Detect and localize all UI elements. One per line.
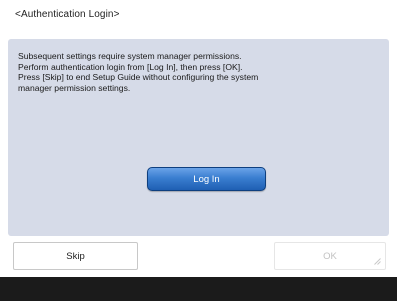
message-line: Press [Skip] to end Setup Guide without … — [18, 72, 259, 83]
message-text: Subsequent settings require system manag… — [18, 51, 358, 93]
message-panel: Subsequent settings require system manag… — [8, 39, 389, 236]
skip-button[interactable]: Skip — [13, 242, 138, 270]
message-line: manager permission settings. — [18, 82, 131, 93]
bottom-status-band — [0, 277, 397, 301]
footer-bar: Skip OK — [8, 242, 389, 270]
screen-title: <Authentication Login> — [15, 9, 120, 20]
message-line: Subsequent settings require system manag… — [18, 51, 242, 61]
message-line: Perform authentication login from [Log I… — [18, 61, 243, 72]
login-button[interactable]: Log In — [147, 167, 266, 191]
corner-triangle-icon — [374, 258, 381, 265]
ok-button-label: OK — [323, 250, 337, 262]
ok-button[interactable]: OK — [274, 242, 386, 270]
